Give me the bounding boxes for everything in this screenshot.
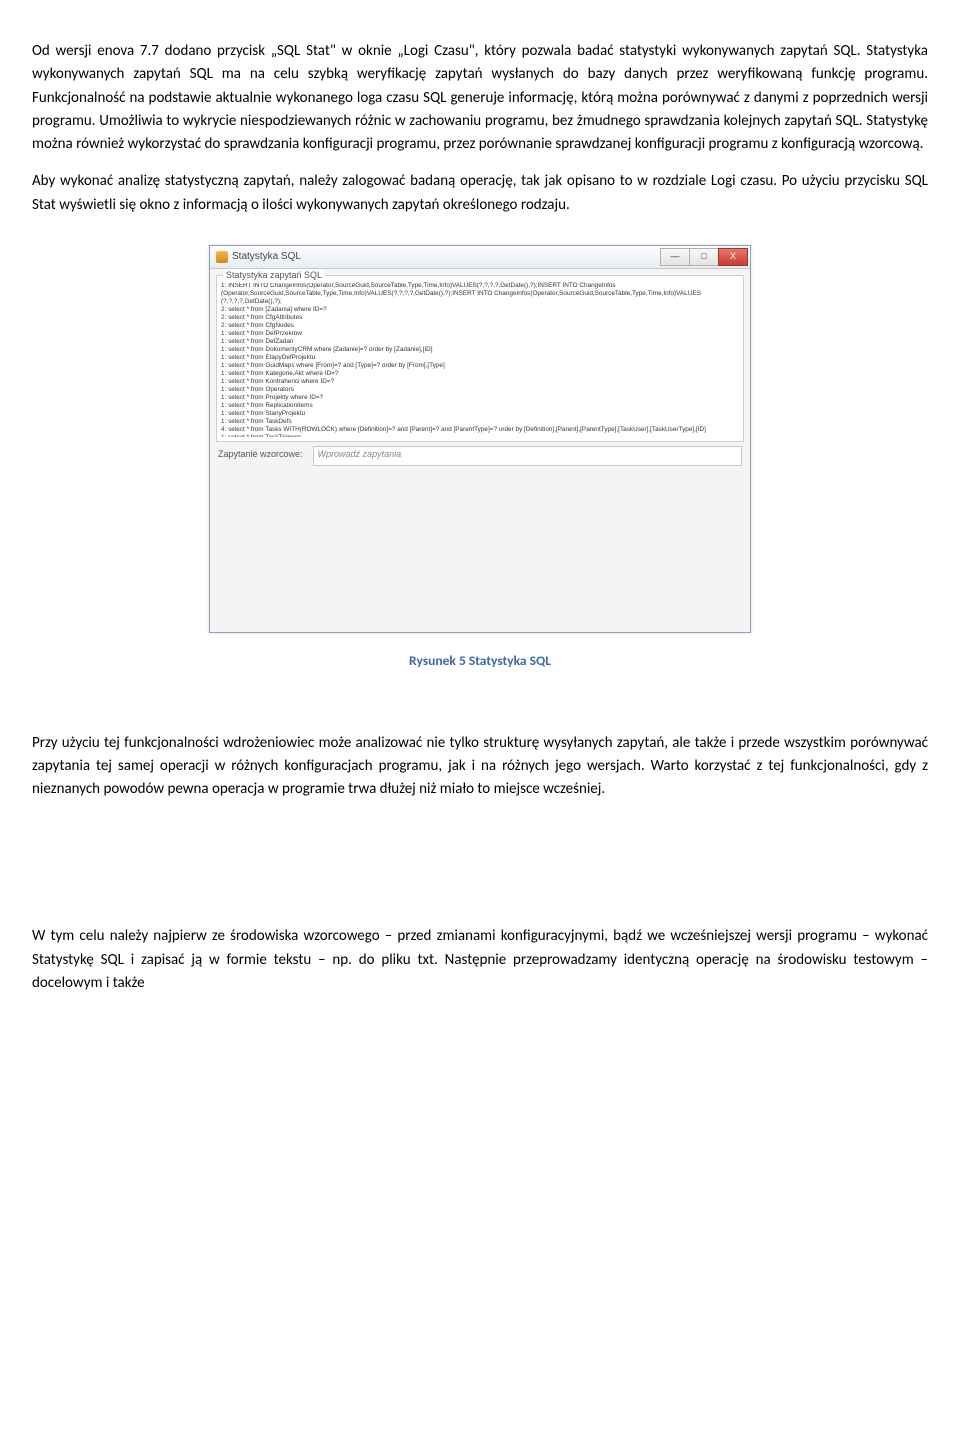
paragraph-2: Aby wykonać analizę statystyczną zapytań… [32, 170, 928, 217]
window-title: Statystyka SQL [232, 249, 301, 265]
titlebar-left: Statystyka SQL [216, 249, 301, 265]
spacer [32, 815, 928, 925]
paragraph-3: Przy użyciu tej funkcjonalności wdrożeni… [32, 732, 928, 802]
reference-query-label: Zapytanie wzorcowe: [218, 446, 303, 462]
maximize-button[interactable]: □ [689, 248, 719, 266]
paragraph-4: W tym celu należy najpierw ze środowiska… [32, 925, 928, 995]
sql-query-list: 1: INSERT INTO ChangeInfos(Operator,Sour… [221, 282, 739, 437]
figure-caption: Rysunek 5 Statystyka SQL [32, 651, 928, 672]
minimize-button[interactable]: — [660, 248, 690, 266]
paragraph-1: Od wersji enova 7.7 dodano przycisk „SQL… [32, 40, 928, 156]
figure-container: Statystyka SQL — □ X Statystyka zapytań … [32, 245, 928, 633]
sql-stat-dialog: Statystyka SQL — □ X Statystyka zapytań … [209, 245, 751, 633]
group-label: Statystyka zapytań SQL [223, 269, 325, 283]
query-stats-group: Statystyka zapytań SQL 1: INSERT INTO Ch… [216, 275, 744, 442]
titlebar: Statystyka SQL — □ X [210, 246, 750, 269]
close-button[interactable]: X [718, 248, 748, 266]
app-icon [216, 251, 228, 263]
reference-query-row: Zapytanie wzorcowe: Wprowadź zapytania [218, 446, 742, 626]
reference-query-input[interactable]: Wprowadź zapytania [313, 446, 742, 466]
window-controls: — □ X [661, 248, 748, 266]
